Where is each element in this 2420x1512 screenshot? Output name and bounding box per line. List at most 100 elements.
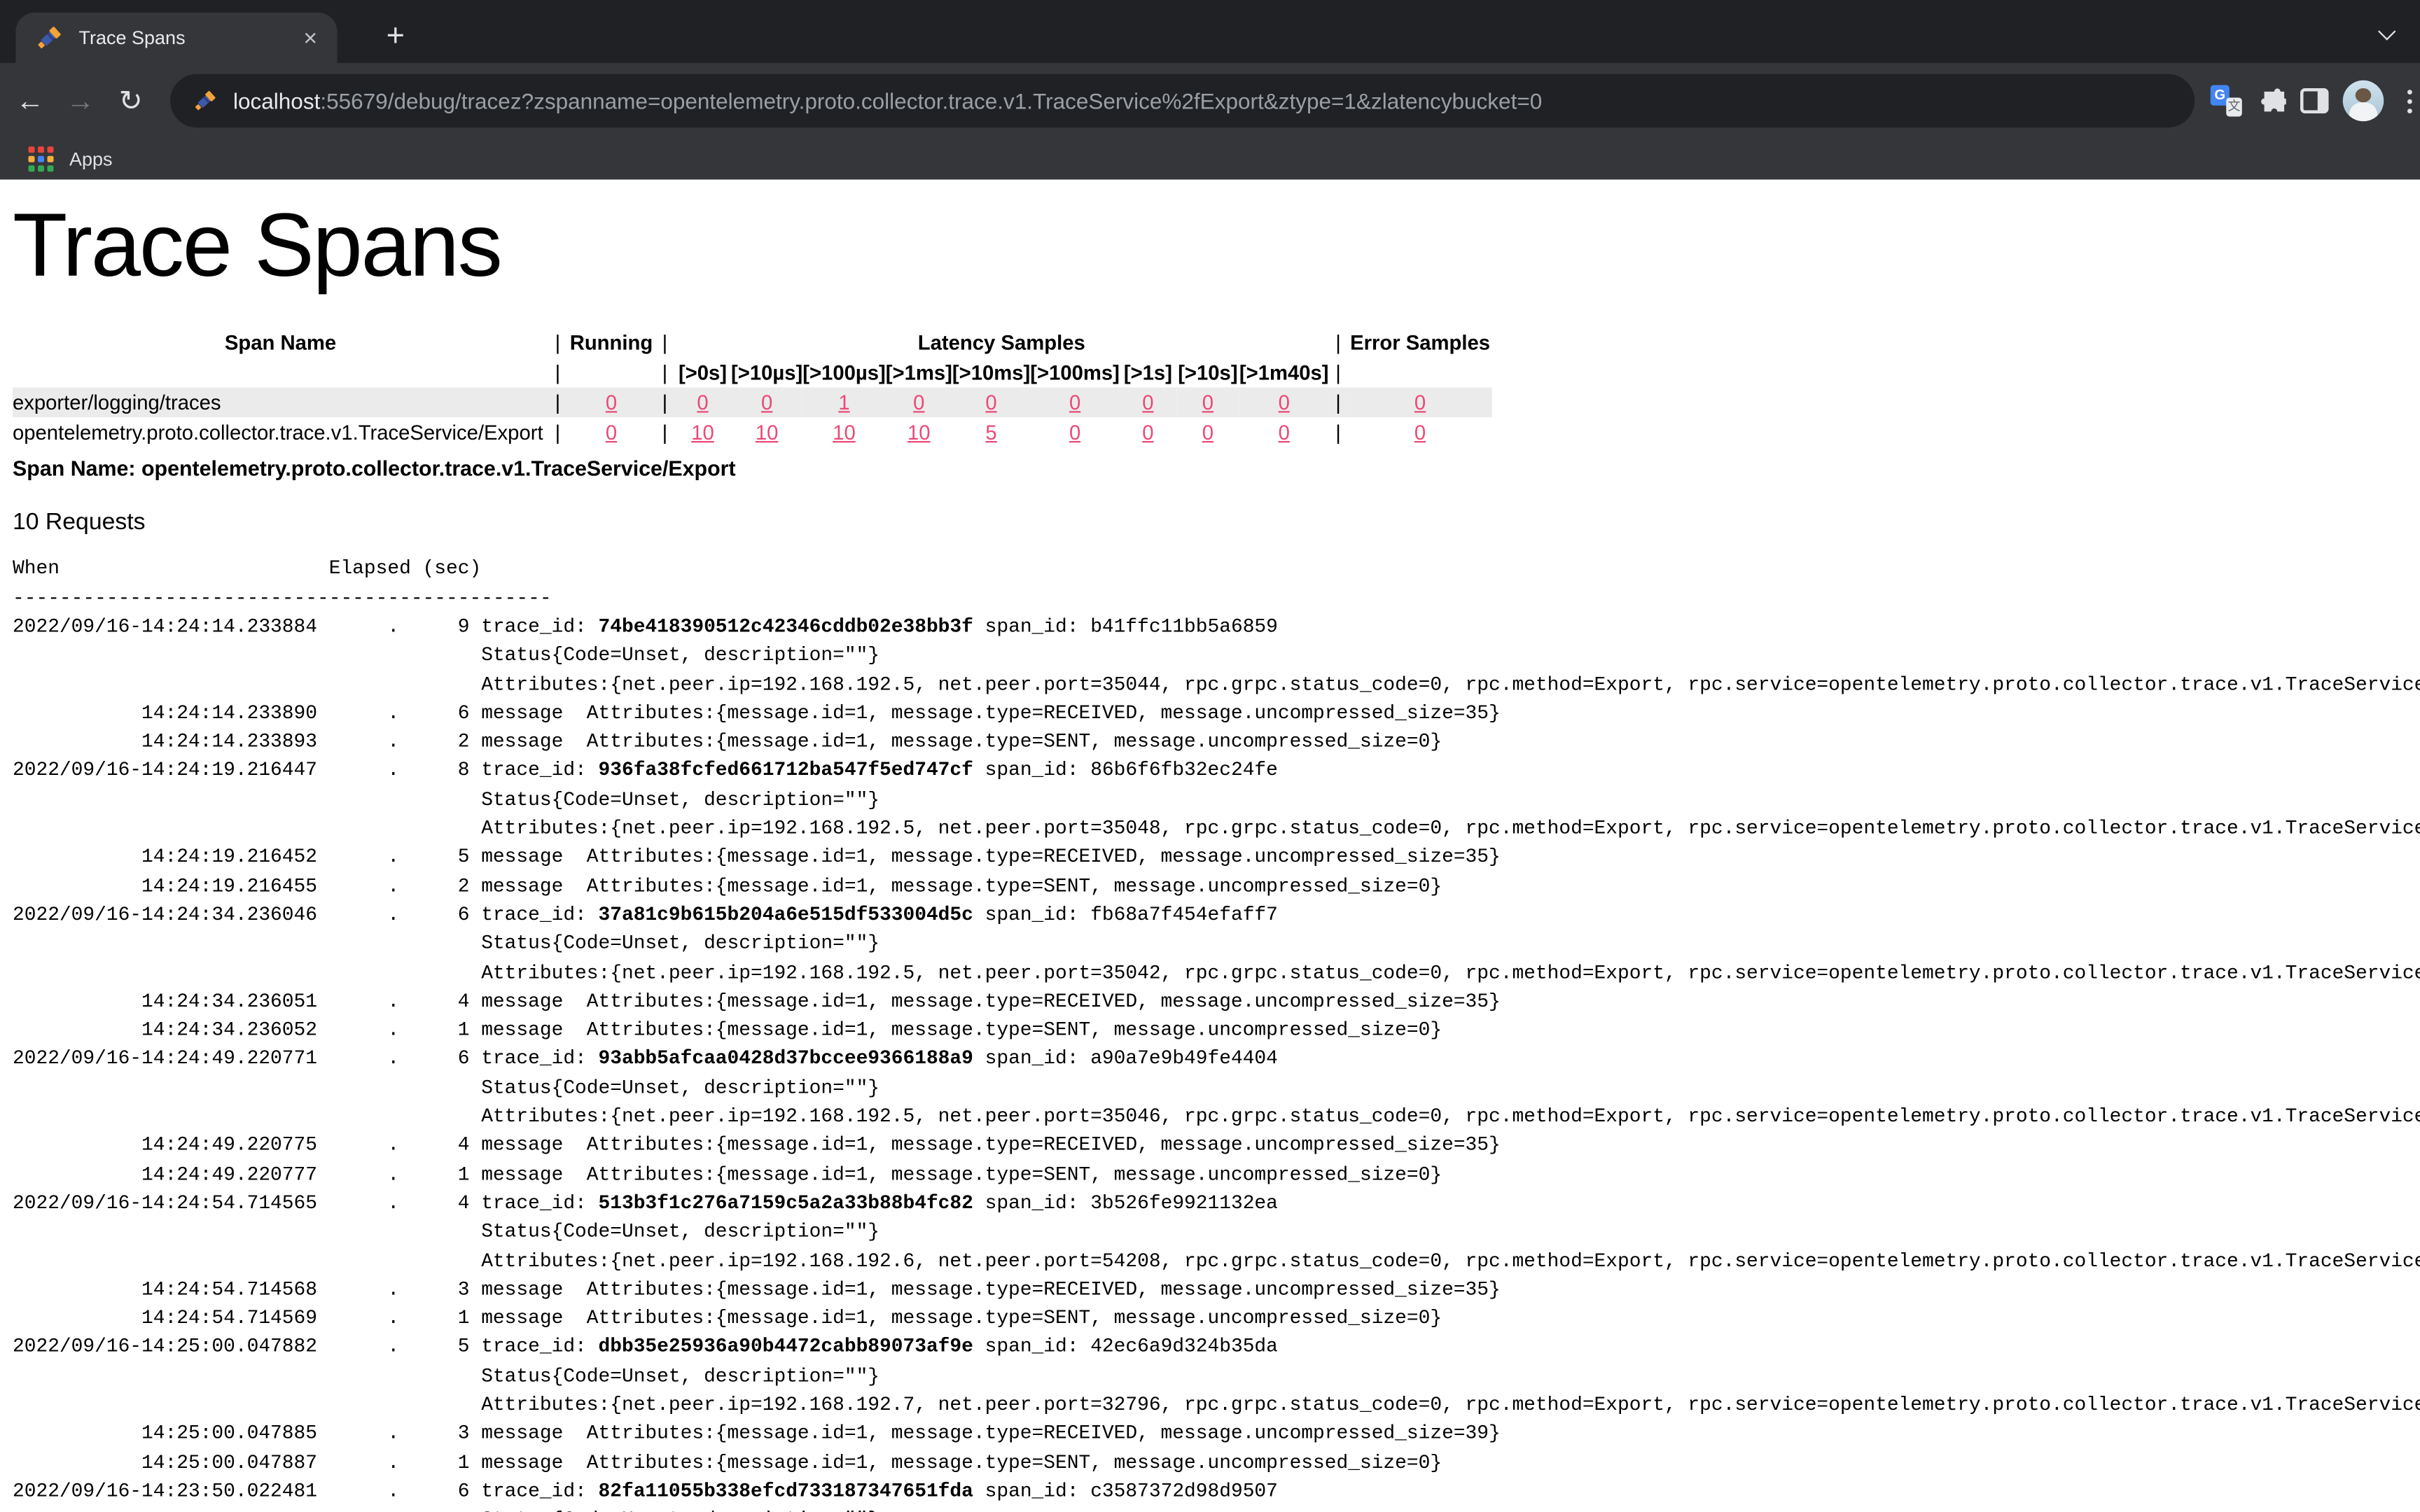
reload-icon[interactable]: ↻ <box>111 84 152 117</box>
latency-bucket-count-cell: 0 <box>1030 418 1120 448</box>
new-tab-button[interactable]: + <box>375 16 417 57</box>
latency-bucket-count-link[interactable]: 0 <box>1142 391 1153 415</box>
latency-bucket-count-cell: 0 <box>1239 418 1329 448</box>
column-separator: | <box>548 328 567 358</box>
latency-bucket-count-cell: 0 <box>1176 388 1239 418</box>
extensions-puzzle-icon[interactable] <box>2256 86 2286 116</box>
tracez-page: Trace Spans Span Name|Running|Latency Sa… <box>0 180 2420 1512</box>
request-log: When Elapsed (sec) ---------------------… <box>13 555 2420 1512</box>
latency-bucket-label: [>0s] <box>674 358 731 388</box>
forward-icon: → <box>60 84 102 117</box>
span-row: exporter/logging/traces|0|001000000|0 <box>13 388 1493 418</box>
profile-avatar[interactable] <box>2343 80 2384 122</box>
column-separator: | <box>548 418 567 448</box>
latency-bucket-count-link[interactable]: 0 <box>1279 391 1290 415</box>
side-panel-icon[interactable] <box>2300 88 2329 113</box>
latency-bucket-label: [>100µs] <box>802 358 886 388</box>
column-separator: | <box>548 358 567 388</box>
latency-bucket-count-link[interactable]: 0 <box>1142 421 1153 445</box>
latency-bucket-count-link[interactable]: 0 <box>761 391 772 415</box>
latency-bucket-count-link[interactable]: 10 <box>756 421 779 445</box>
bookmarks-bar: Apps <box>0 139 2420 180</box>
column-separator: | <box>655 388 674 418</box>
latency-bucket-count-link[interactable]: 0 <box>1202 391 1214 415</box>
latency-bucket-count-cell: 0 <box>1120 388 1176 418</box>
span-name: opentelemetry.proto.collector.trace.v1.T… <box>13 418 548 448</box>
chrome-menu-icon[interactable] <box>2401 89 2419 113</box>
running-count-link[interactable]: 0 <box>606 421 617 445</box>
error-count-cell: 0 <box>1348 388 1493 418</box>
error-count-link[interactable]: 0 <box>1414 421 1426 445</box>
tab-title: Trace Spans <box>79 27 297 49</box>
latency-bucket-count-link[interactable]: 10 <box>691 421 714 445</box>
latency-bucket-count-link[interactable]: 0 <box>697 391 708 415</box>
empty-cell <box>13 358 548 388</box>
latency-bucket-count-cell: 10 <box>802 418 886 448</box>
latency-bucket-count-cell: 10 <box>731 418 802 448</box>
error-samples-header: Error Samples <box>1348 328 1493 358</box>
url-host: localhost <box>233 88 320 113</box>
latency-bucket-count-link[interactable]: 10 <box>908 421 931 445</box>
column-separator: | <box>655 358 674 388</box>
browser-window: Trace Spans × + ← → ↻ localhost:55679/de… <box>0 0 2420 1512</box>
span-row: opentelemetry.proto.collector.trace.v1.T… <box>13 418 1493 448</box>
latency-bucket-count-link[interactable]: 0 <box>913 391 924 415</box>
tab-strip: Trace Spans × + <box>0 0 2420 63</box>
span-name: exporter/logging/traces <box>13 388 548 418</box>
latency-bucket-count-cell: 10 <box>674 418 731 448</box>
latency-bucket-count-link[interactable]: 0 <box>985 391 996 415</box>
bookmark-apps[interactable]: Apps <box>69 148 113 171</box>
column-separator: | <box>1329 418 1348 448</box>
empty-cell <box>1348 358 1493 388</box>
running-count-cell: 0 <box>567 418 655 448</box>
latency-bucket-label: [>1ms] <box>886 358 952 388</box>
latency-bucket-count-link[interactable]: 0 <box>1069 391 1080 415</box>
apps-grid-icon[interactable] <box>29 146 54 172</box>
site-telescope-icon <box>193 88 218 113</box>
column-separator: | <box>1329 358 1348 388</box>
telescope-favicon-icon <box>35 24 64 52</box>
span-summary-table: Span Name|Running|Latency Samples|Error … <box>13 328 1493 448</box>
latency-bucket-count-link[interactable]: 0 <box>1279 421 1290 445</box>
latency-bucket-count-cell: 0 <box>886 388 952 418</box>
latency-bucket-label: [>10s] <box>1176 358 1239 388</box>
selected-span-heading: Span Name: opentelemetry.proto.collector… <box>13 457 2420 481</box>
latency-bucket-count-cell: 0 <box>1239 388 1329 418</box>
tab-close-icon[interactable]: × <box>296 26 325 50</box>
latency-bucket-count-cell: 0 <box>1176 418 1239 448</box>
running-count-link[interactable]: 0 <box>606 391 617 415</box>
url-path: :55679/debug/tracez?zspanname=openteleme… <box>320 88 1542 113</box>
url-text: localhost:55679/debug/tracez?zspanname=o… <box>233 88 1542 113</box>
running-count-cell: 0 <box>567 388 655 418</box>
latency-bucket-label: [>10ms] <box>952 358 1030 388</box>
latency-bucket-count-cell: 0 <box>952 388 1030 418</box>
column-separator: | <box>1329 328 1348 358</box>
latency-bucket-count-link[interactable]: 10 <box>833 421 856 445</box>
latency-bucket-count-cell: 5 <box>952 418 1030 448</box>
latency-bucket-count-link[interactable]: 5 <box>985 421 996 445</box>
back-icon[interactable]: ← <box>10 84 51 117</box>
column-separator: | <box>655 328 674 358</box>
latency-bucket-count-link[interactable]: 0 <box>1069 421 1080 445</box>
latency-bucket-count-link[interactable]: 0 <box>1202 421 1214 445</box>
tab-search-chevron-icon[interactable] <box>2381 25 2395 39</box>
translate-icon[interactable]: G 文 <box>2211 85 2242 117</box>
toolbar-actions: G 文 <box>2211 80 2419 122</box>
bucket-header-row: ||[>0s][>10µs][>100µs][>1ms][>10ms][>100… <box>13 358 1493 388</box>
tab-trace-spans[interactable]: Trace Spans × <box>16 13 338 63</box>
column-separator: | <box>655 418 674 448</box>
latency-bucket-count-cell: 1 <box>802 388 886 418</box>
latency-bucket-label: [>10µs] <box>731 358 802 388</box>
browser-toolbar: ← → ↻ localhost:55679/debug/tracez?zspan… <box>0 63 2420 139</box>
latency-bucket-count-link[interactable]: 1 <box>838 391 849 415</box>
span-name-header: Span Name <box>13 328 548 358</box>
latency-bucket-count-cell: 0 <box>1120 418 1176 448</box>
column-separator: | <box>1329 388 1348 418</box>
address-bar[interactable]: localhost:55679/debug/tracez?zspanname=o… <box>170 74 2195 128</box>
column-separator: | <box>548 388 567 418</box>
latency-bucket-count-cell: 0 <box>731 388 802 418</box>
table-header-row: Span Name|Running|Latency Samples|Error … <box>13 328 1493 358</box>
empty-cell <box>567 358 655 388</box>
error-count-link[interactable]: 0 <box>1414 391 1426 415</box>
requests-count: 10 Requests <box>13 510 2420 536</box>
